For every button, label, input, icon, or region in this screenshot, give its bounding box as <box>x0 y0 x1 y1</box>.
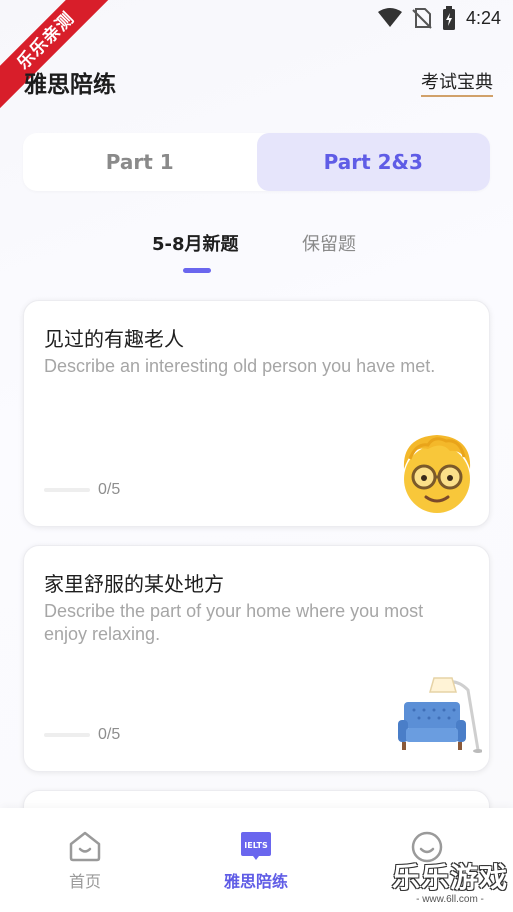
home-icon <box>69 831 101 862</box>
header: 雅思陪练 考试宝典 <box>24 62 493 102</box>
sofa-lamp-icon <box>398 677 482 753</box>
tab-new-questions[interactable]: 5-8月新题 <box>152 230 239 256</box>
nav-item-ielts[interactable]: IELTS 雅思陪练 <box>196 808 316 912</box>
ielts-icon: IELTS <box>241 832 271 860</box>
topic-card[interactable]: 家里舒服的某处地方 Describe the part of your home… <box>23 545 490 772</box>
progress-text: 0/5 <box>98 726 121 743</box>
active-tab-indicator <box>183 268 211 273</box>
page-title: 雅思陪练 <box>24 72 116 98</box>
progress-bar <box>44 488 90 492</box>
part-segmented-control: Part 1 Part 2&3 <box>23 133 490 191</box>
tab-retained-questions[interactable]: 保留题 <box>302 230 356 256</box>
exam-guide-link[interactable]: 考试宝典 <box>421 68 493 97</box>
topic-card[interactable]: 见过的有趣老人 Describe an interesting old pers… <box>23 300 490 527</box>
battery-icon <box>442 6 455 30</box>
nav-label-ielts: 雅思陪练 <box>223 872 288 891</box>
nav-item-home[interactable]: 首页 <box>25 808 145 912</box>
question-subtabs: 5-8月新题 保留题 <box>0 230 513 280</box>
tab-part-2-3[interactable]: Part 2&3 <box>256 133 490 191</box>
topic-progress: 0/5 <box>44 481 120 499</box>
ielts-icon-text: IELTS <box>244 841 268 850</box>
status-time: 4:24 <box>465 7 501 28</box>
progress-text: 0/5 <box>98 481 121 498</box>
brand-watermark-text: 乐乐游戏 <box>391 861 508 894</box>
tab-part-1[interactable]: Part 1 <box>23 133 257 191</box>
nav-label-home: 首页 <box>68 872 101 891</box>
brand-watermark: 乐乐游戏 - www.6ll.com - <box>391 856 509 906</box>
no-sim-icon <box>412 8 432 29</box>
topic-description: Describe an interesting old person you h… <box>44 356 436 376</box>
topic-description: Describe the part of your home where you… <box>44 601 424 644</box>
topic-title: 见过的有趣老人 <box>44 327 184 351</box>
wifi-icon <box>377 8 402 27</box>
old-person-emoji-icon <box>403 435 471 513</box>
topic-progress: 0/5 <box>44 726 120 744</box>
topic-title: 家里舒服的某处地方 <box>44 572 224 596</box>
progress-bar <box>44 733 90 737</box>
